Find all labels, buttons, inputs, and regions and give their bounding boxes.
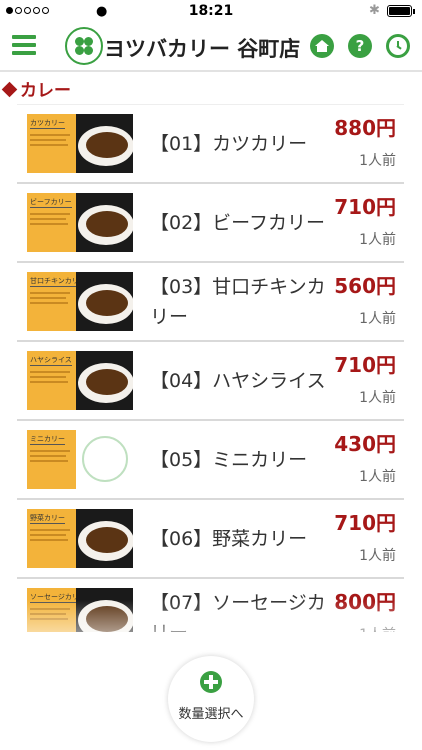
store-name: ヨツバカリー 谷町店 (104, 37, 301, 61)
menu-item-price: 880円 (334, 116, 396, 140)
battery-icon (387, 5, 415, 17)
menu-item-thumbnail: 野菜カリー (27, 509, 133, 568)
menu-item-unit: 1人前 (359, 311, 396, 327)
help-button[interactable]: ? (348, 34, 372, 58)
thumb-label: カツカリー (30, 119, 65, 129)
thumb-label: ミニカリー (30, 435, 65, 445)
menu-item-price: 430円 (334, 432, 396, 456)
clover-logo-icon (65, 27, 103, 65)
menu-list[interactable]: カツカリー 【01】カツカリー 880円 1人前 ビーフカリー 【02】ビーフカ… (17, 104, 404, 632)
menu-item-name: 【01】カツカリー (150, 133, 308, 155)
list-fade (0, 600, 422, 660)
status-bar: ● 18:21 ✱ (0, 0, 422, 22)
menu-item-thumbnail: カツカリー (27, 114, 133, 173)
menu-item[interactable]: ミニカリー 【05】ミニカリー 430円 1人前 (17, 421, 404, 500)
menu-item-price: 710円 (334, 353, 396, 377)
bluetooth-icon: ✱ (369, 3, 380, 18)
menu-item-thumbnail: 甘口チキンカリー (27, 272, 133, 331)
thumb-label: ビーフカリー (30, 198, 72, 208)
menu-item[interactable]: カツカリー 【01】カツカリー 880円 1人前 (17, 105, 404, 184)
menu-item-name: 【03】甘口チキンカ リー (150, 276, 326, 328)
menu-item[interactable]: ビーフカリー 【02】ビーフカリー 710円 1人前 (17, 184, 404, 263)
menu-item-unit: 1人前 (359, 548, 396, 564)
menu-item[interactable]: ハヤシライス 【04】ハヤシライス 710円 1人前 (17, 342, 404, 421)
menu-item-unit: 1人前 (359, 390, 396, 406)
diamond-icon (1, 81, 18, 98)
section-title-text: カレー (20, 81, 71, 101)
menu-item-name: 【06】野菜カリー (150, 528, 308, 550)
menu-item[interactable]: 野菜カリー 【06】野菜カリー 710円 1人前 (17, 500, 404, 579)
hamburger-menu-icon[interactable] (12, 35, 36, 55)
quantity-select-button[interactable]: 数量選択へ (168, 656, 254, 742)
hours-button[interactable] (386, 34, 410, 58)
home-icon (315, 40, 329, 52)
menu-item-unit: 1人前 (359, 232, 396, 248)
menu-item[interactable]: 甘口チキンカリー 【03】甘口チキンカ リー 560円 1人前 (17, 263, 404, 342)
menu-item-thumbnail: ハヤシライス (27, 351, 133, 410)
menu-item-thumbnail: ミニカリー (27, 430, 133, 489)
quantity-select-label: 数量選択へ (178, 707, 244, 722)
thumb-label: 野菜カリー (30, 514, 65, 524)
plus-icon (200, 671, 222, 693)
status-time: 18:21 (188, 3, 234, 19)
thumb-label: ハヤシライス (30, 356, 72, 366)
section-title: カレー (1, 76, 71, 101)
menu-item-name: 【02】ビーフカリー (150, 212, 326, 234)
home-button[interactable] (310, 34, 334, 58)
clock-icon (392, 40, 404, 52)
menu-item-thumbnail: ビーフカリー (27, 193, 133, 252)
help-icon: ? (355, 37, 365, 55)
menu-item-unit: 1人前 (359, 153, 396, 169)
menu-item-name: 【04】ハヤシライス (150, 370, 326, 392)
menu-item-price: 710円 (334, 511, 396, 535)
app-header: ヨツバカリー 谷町店 ? (0, 22, 422, 70)
header-divider (0, 70, 422, 72)
menu-item-price: 560円 (334, 274, 396, 298)
menu-item-price: 710円 (334, 195, 396, 219)
menu-item-name: 【05】ミニカリー (150, 449, 308, 471)
menu-item-unit: 1人前 (359, 469, 396, 485)
